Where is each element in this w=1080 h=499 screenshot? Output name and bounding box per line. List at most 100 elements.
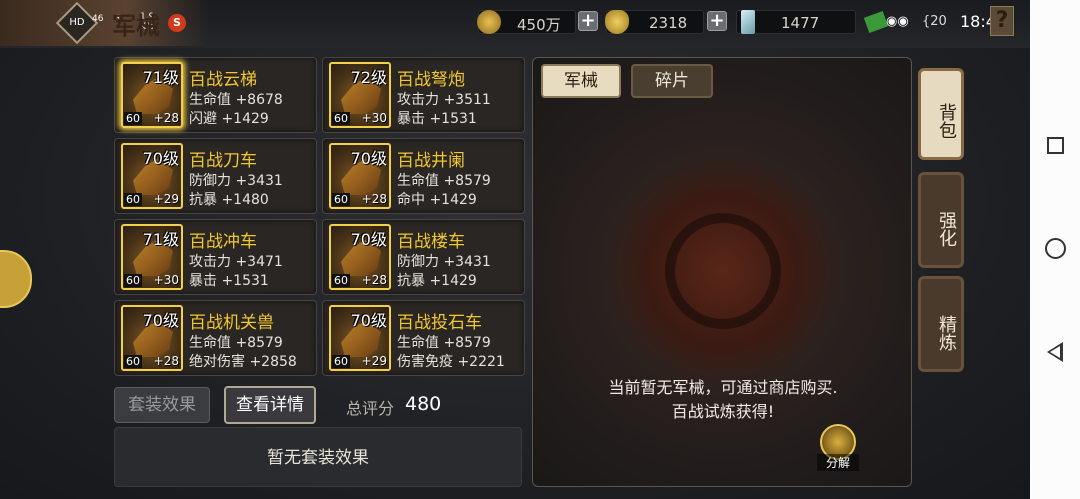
base-level: 60 (124, 193, 142, 206)
level-badge: 70级 (350, 311, 387, 330)
equipment-stat-2: 绝对伤害 +2858 (189, 354, 297, 370)
add-ingot-button[interactable]: + (707, 11, 727, 31)
base-level: 60 (332, 112, 350, 125)
equipment-card[interactable]: 70级 60 +29 百战刀车 防御力 +3431 抗暴 +1480 (114, 138, 317, 214)
upgrade-value: +30 (153, 273, 179, 287)
level-badge: 71级 (142, 230, 179, 249)
equipment-stat-2: 暴击 +1531 (189, 273, 269, 289)
battery-saver-icon (863, 11, 889, 33)
back-icon[interactable] (1047, 342, 1063, 362)
upgrade-value: +29 (361, 354, 387, 368)
equipment-name: 百战投石车 (397, 313, 482, 333)
crystal-resource: 1477 (736, 10, 856, 34)
equipment-name: 百战刀车 (189, 151, 257, 171)
equipment-thumbnail: 71级 60 +30 (121, 224, 183, 290)
equipment-name: 百战冲车 (189, 232, 257, 252)
upgrade-value: +28 (361, 192, 387, 206)
suit-effect-box: 暂无套装效果 (114, 427, 522, 487)
equipment-stat-1: 生命值 +8579 (397, 173, 491, 189)
equipment-name: 百战机关兽 (189, 313, 274, 333)
equipment-card[interactable]: 70级 60 +29 百战投石车生命值 +8579 伤害免疫 +2221 (322, 300, 525, 376)
equipment-stat-1: 生命值 +8579 (397, 335, 491, 351)
equipment-card[interactable]: 72级 60 +30 百战弩炮 攻击力 +3511 暴击 +1531 (322, 57, 525, 133)
side-tab-refine[interactable]: 精炼 (918, 276, 964, 372)
level-badge: 72级 (350, 68, 387, 87)
help-button[interactable]: ? (990, 6, 1014, 36)
status-icons: ◉◉ (886, 14, 909, 29)
upgrade-value: +29 (153, 192, 179, 206)
base-level: 60 (124, 355, 142, 368)
crystal-value: 1477 (781, 14, 820, 32)
total-score-label: 总评分 (346, 399, 395, 418)
equipment-stat-2: 抗暴 +1480 (189, 192, 269, 208)
equipment-name: 百战井阑 (397, 151, 465, 171)
equipment-card[interactable]: 70级 60 +28 百战井阑生命值 +8579 命中 +1429 (322, 138, 525, 214)
base-level: 60 (124, 112, 142, 125)
level-badge: 71级 (142, 68, 179, 87)
equipment-stat-2: 暴击 +1531 (397, 111, 477, 127)
level-badge: 70级 (142, 311, 179, 330)
base-level: 60 (124, 274, 142, 287)
equipment-thumbnail: 70级 60 +29 (329, 305, 391, 371)
base-level: 60 (332, 274, 350, 287)
upgrade-value: +28 (153, 111, 179, 125)
top-bar: HD 46 ▾ 1.9 K/s 军械 S 450万 + 2318 + 1477 … (0, 0, 1030, 48)
equipment-panel: 军械 碎片 当前暂无军械，可通过商店购买. 百战试炼获得! 分解 (532, 57, 912, 487)
equipment-stat-2: 命中 +1429 (397, 192, 477, 208)
empty-message-line1: 当前暂无军械，可通过商店购买. (608, 378, 838, 397)
equipment-thumbnail: 72级 60 +30 (329, 62, 391, 128)
equipment-card[interactable]: 71级 60 +28 百战云梯生命值 +8678 闪避 +1429 (114, 57, 317, 133)
coin-value: 450万 (517, 16, 561, 34)
view-details-button[interactable]: 查看详情 (224, 386, 316, 424)
equipment-stat-1: 攻击力 +3511 (397, 92, 491, 108)
decompose-button[interactable]: 分解 (817, 424, 859, 474)
tiger-emblem (605, 153, 841, 389)
tab-fragments[interactable]: 碎片 (631, 64, 713, 98)
equipment-card[interactable]: 71级 60 +30 百战冲车攻击力 +3471 暴击 +1531 (114, 219, 317, 295)
equipment-thumbnail: 70级 60 +28 (329, 224, 391, 290)
level-badge: 70级 (142, 149, 179, 168)
equipment-name: 百战弩炮 (397, 70, 465, 90)
total-score-value: 480 (405, 393, 442, 415)
suit-effect-button[interactable]: 套装效果 (114, 387, 210, 423)
equipment-name: 百战云梯 (189, 70, 257, 90)
upgrade-value: +28 (153, 354, 179, 368)
battery-level: {20 (922, 14, 947, 29)
home-icon[interactable] (1045, 238, 1066, 259)
equipment-thumbnail: 71级 60 +28 (121, 62, 183, 128)
level-badge: 70级 (350, 230, 387, 249)
empty-message-line2: 百战试炼获得! (671, 402, 775, 421)
base-level: 60 (332, 355, 350, 368)
equipment-stat-1: 生命值 +8678 (189, 92, 283, 108)
equipment-stat-2: 抗暴 +1429 (397, 273, 477, 289)
android-nav-bar (1030, 0, 1080, 499)
equipment-stat-2: 伤害免疫 +2221 (397, 354, 505, 370)
equipment-card[interactable]: 70级 60 +28 百战楼车防御力 +3431 抗暴 +1429 (322, 219, 525, 295)
decompose-label: 分解 (817, 454, 859, 471)
side-tab-enhance[interactable]: 强化 (918, 172, 964, 268)
coin-resource: 450万 (477, 10, 576, 34)
equipment-thumbnail: 70级 60 +29 (121, 143, 183, 209)
equipment-thumbnail: 70级 60 +28 (121, 305, 183, 371)
equipment-stat-1: 攻击力 +3471 (189, 254, 283, 270)
base-level: 60 (332, 193, 350, 206)
game-logo: 军械 (112, 11, 160, 40)
empty-message: 当前暂无军械，可通过商店购买. 百战试炼获得! (533, 376, 911, 424)
upgrade-value: +28 (361, 273, 387, 287)
ingot-value: 2318 (649, 14, 688, 32)
equipment-name: 百战楼车 (397, 232, 465, 252)
equipment-stat-1: 生命值 +8579 (189, 335, 283, 351)
s-badge-icon[interactable]: S (168, 14, 186, 32)
side-tab-bag[interactable]: 背包 (918, 68, 964, 160)
equipment-stat-1: 防御力 +3431 (397, 254, 491, 270)
equipment-card[interactable]: 70级 60 +28 百战机关兽生命值 +8579 绝对伤害 +2858 (114, 300, 317, 376)
equipment-stat-2: 闪避 +1429 (189, 111, 269, 127)
equipment-thumbnail: 70级 60 +28 (329, 143, 391, 209)
network-indicator: 46 (92, 14, 104, 24)
crystal-icon (741, 10, 755, 34)
coin-icon (477, 10, 501, 34)
recent-apps-icon[interactable] (1047, 137, 1064, 154)
tab-equipment[interactable]: 军械 (541, 64, 621, 98)
level-badge: 70级 (350, 149, 387, 168)
add-coin-button[interactable]: + (578, 11, 598, 31)
